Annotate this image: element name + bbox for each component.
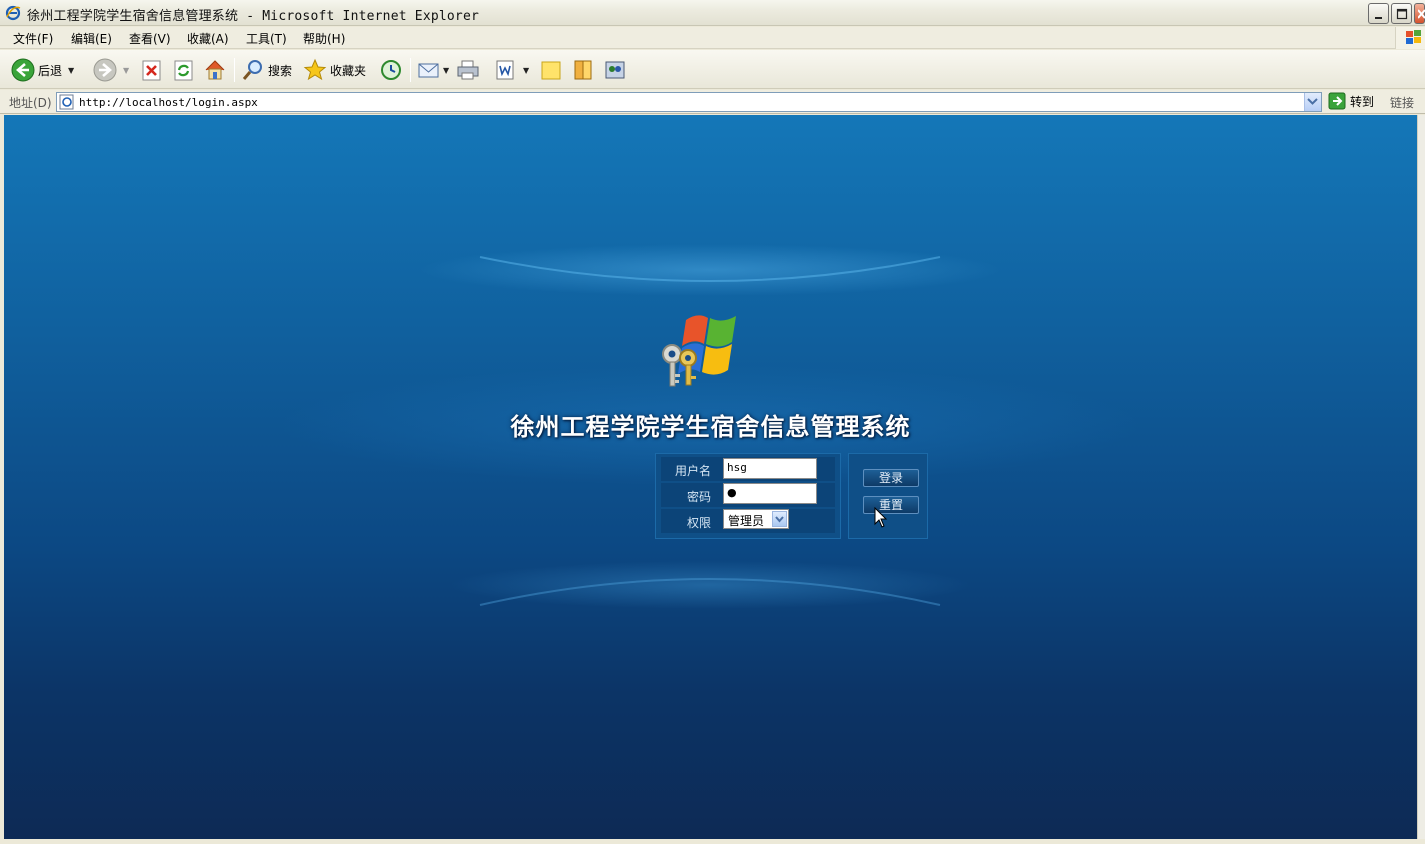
page-content: 徐州工程学院学生宿舍信息管理系统 用户名 密码 权限 hsg ● 管理员 登录 … <box>4 115 1417 839</box>
minimize-button[interactable] <box>1368 3 1389 24</box>
go-button[interactable]: 转到 <box>1328 92 1374 110</box>
menu-view[interactable]: 查看(V) <box>129 30 171 47</box>
reset-button[interactable]: 重置 <box>863 496 919 514</box>
back-dropdown-icon[interactable]: ▼ <box>68 66 74 75</box>
menu-help[interactable]: 帮助(H) <box>303 30 345 47</box>
mouse-cursor-icon <box>874 507 888 528</box>
research-book-icon <box>574 60 592 80</box>
window-frame-bottom <box>0 839 1425 844</box>
decorative-glow-bottom <box>450 561 970 609</box>
windows-flag-icon <box>1395 27 1425 49</box>
role-dropdown-button[interactable] <box>772 511 787 527</box>
title-bar: 徐州工程学院学生宿舍信息管理系统 - Microsoft Internet Ex… <box>0 0 1425 26</box>
login-buttons-panel: 登录 重置 <box>848 453 928 539</box>
favorites-label: 收藏夹 <box>330 63 367 78</box>
minimize-icon <box>1375 17 1382 19</box>
username-input[interactable]: hsg <box>723 458 817 479</box>
address-bar: 地址(D) http://localhost/login.aspx 转到 链接 <box>0 90 1425 114</box>
toolbar-separator <box>410 58 411 82</box>
word-icon <box>496 60 514 80</box>
page-title: 徐州工程学院学生宿舍信息管理系统 <box>510 412 911 441</box>
chevron-down-icon <box>775 516 784 523</box>
windows-keys-logo <box>662 315 736 387</box>
forward-icon <box>93 58 117 82</box>
mail-icon <box>418 63 439 78</box>
favorites-button[interactable]: 收藏夹 <box>303 57 366 83</box>
address-dropdown-button[interactable] <box>1304 93 1321 111</box>
ie-window: 徐州工程学院学生宿舍信息管理系统 - Microsoft Internet Ex… <box>0 0 1425 844</box>
history-button[interactable] <box>379 57 403 83</box>
go-label: 转到 <box>1350 94 1375 109</box>
favorites-star-icon <box>303 58 327 81</box>
refresh-icon <box>174 60 193 81</box>
stop-button[interactable] <box>141 57 163 83</box>
refresh-button[interactable] <box>173 57 195 83</box>
menu-bar: 文件(F) 编辑(E) 查看(V) 收藏(A) 工具(T) 帮助(H) <box>0 27 1425 49</box>
address-input[interactable]: http://localhost/login.aspx <box>56 92 1322 112</box>
toolbar-separator <box>234 58 235 82</box>
vertical-scrollbar[interactable] <box>1417 115 1425 839</box>
password-label: 密码 <box>686 490 711 504</box>
chevron-down-icon <box>1307 98 1318 105</box>
note-icon <box>541 61 561 80</box>
password-input[interactable]: ● <box>723 483 817 504</box>
history-icon <box>381 60 401 80</box>
stop-icon <box>142 60 161 81</box>
window-title: 徐州工程学院学生宿舍信息管理系统 - Microsoft Internet Ex… <box>27 9 479 24</box>
address-url: http://localhost/login.aspx <box>79 96 258 109</box>
forward-dropdown-icon[interactable]: ▼ <box>123 66 129 75</box>
role-selected-value: 管理员 <box>728 514 765 528</box>
address-label: 地址(D) <box>9 96 52 110</box>
menu-file[interactable]: 文件(F) <box>13 30 53 47</box>
decorative-glow-top <box>420 244 1000 296</box>
menu-favorites[interactable]: 收藏(A) <box>187 30 229 47</box>
close-button[interactable] <box>1414 3 1425 24</box>
back-icon <box>11 58 35 82</box>
home-icon <box>205 60 225 80</box>
research-button[interactable] <box>571 57 595 83</box>
username-label: 用户名 <box>674 464 711 478</box>
messenger-button[interactable] <box>603 57 627 83</box>
maximize-button[interactable] <box>1391 3 1412 24</box>
links-label[interactable]: 链接 <box>1390 94 1414 111</box>
back-label: 后退 <box>38 63 63 78</box>
menu-edit[interactable]: 编辑(E) <box>71 30 112 47</box>
discuss-button[interactable] <box>539 57 563 83</box>
search-icon <box>242 60 262 80</box>
mail-dropdown-icon[interactable]: ▼ <box>443 66 449 75</box>
role-select[interactable]: 管理员 <box>723 509 789 529</box>
toolbar: 后退 ▼ ▼ 搜索 收藏夹 ▼ ▼ <box>0 50 1425 89</box>
close-icon <box>1418 9 1425 19</box>
edit-word-button[interactable]: ▼ <box>493 57 529 83</box>
home-button[interactable] <box>203 57 227 83</box>
search-label: 搜索 <box>268 63 293 78</box>
search-button[interactable]: 搜索 <box>241 57 292 83</box>
login-button[interactable]: 登录 <box>863 469 919 487</box>
go-arrow-icon <box>1328 92 1346 110</box>
ie-icon <box>5 5 21 21</box>
mail-button[interactable]: ▼ <box>417 57 449 83</box>
back-button[interactable]: 后退 ▼ <box>11 57 74 83</box>
forward-button[interactable]: ▼ <box>93 57 129 83</box>
maximize-icon <box>1396 8 1408 20</box>
role-label: 权限 <box>686 516 711 530</box>
page-icon <box>59 94 74 110</box>
menu-tools[interactable]: 工具(T) <box>246 30 287 47</box>
login-form: 用户名 密码 权限 hsg ● 管理员 <box>655 453 841 539</box>
messenger-icon <box>605 61 625 79</box>
print-button[interactable] <box>456 57 480 83</box>
print-icon <box>457 60 479 80</box>
edit-dropdown-icon[interactable]: ▼ <box>523 66 529 75</box>
